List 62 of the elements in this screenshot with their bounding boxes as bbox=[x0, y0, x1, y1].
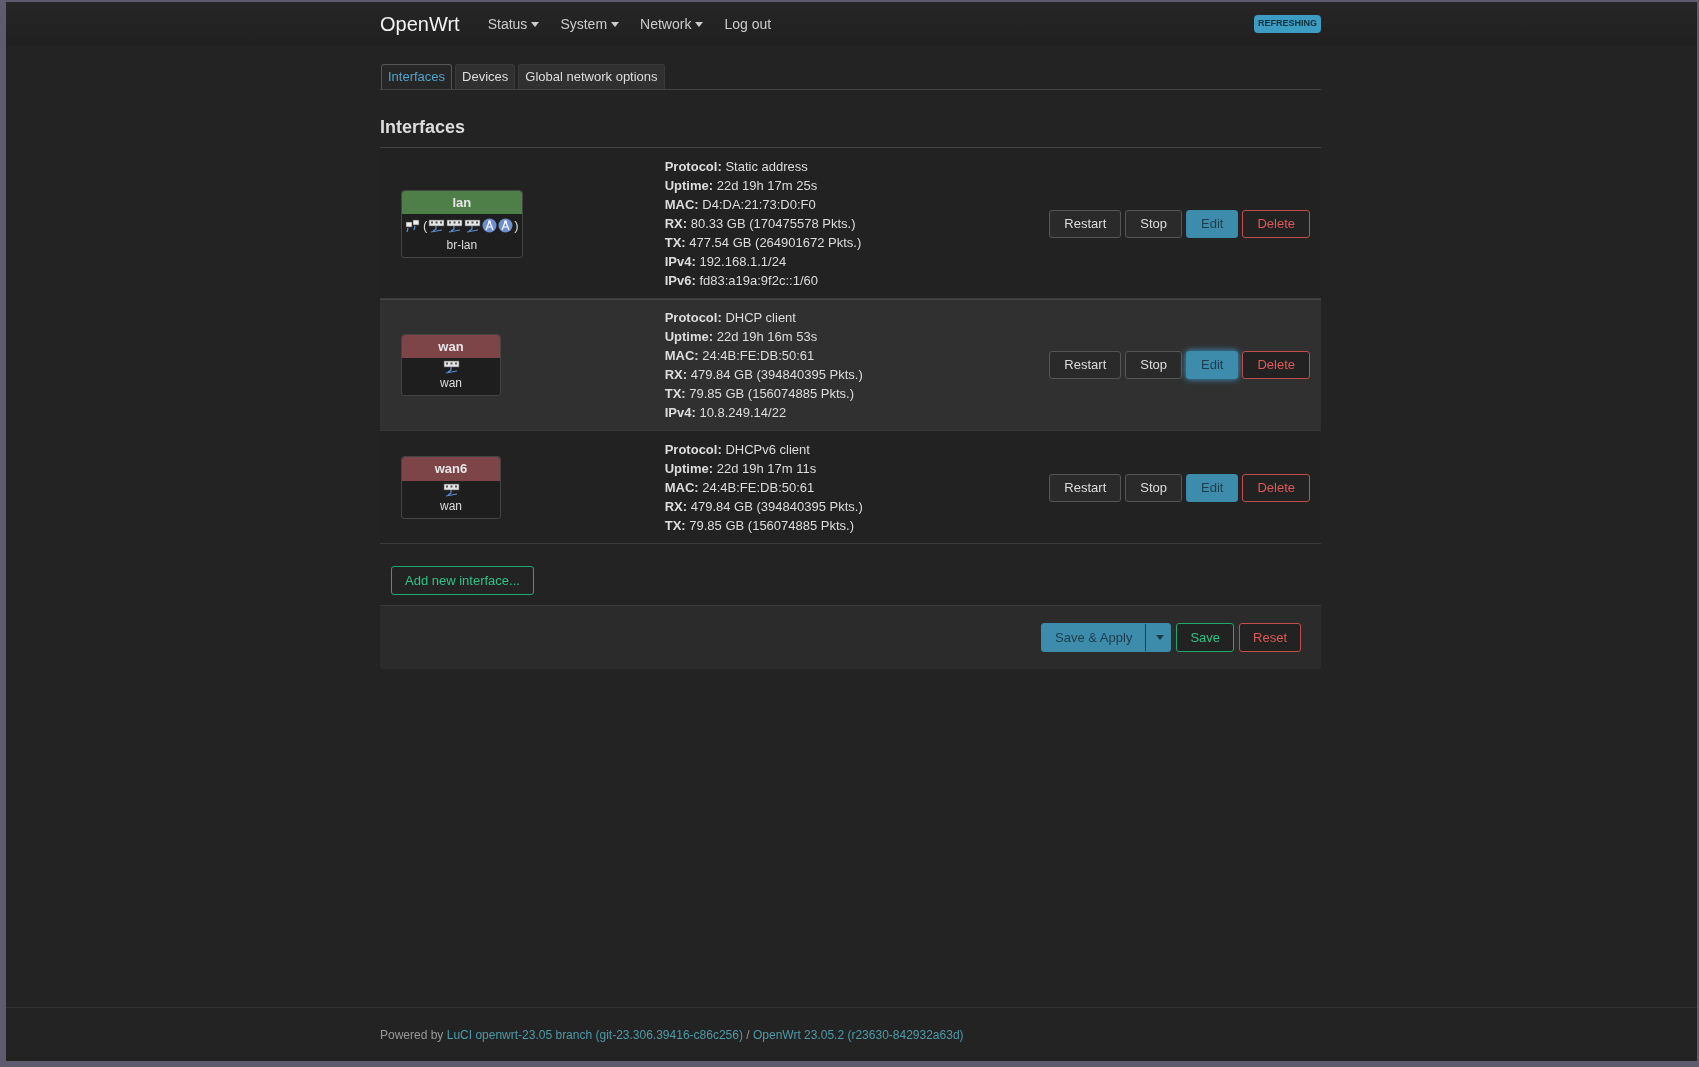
info-line: MAC: D4:DA:21:73:D0:F0 bbox=[664, 196, 817, 214]
bracket: ) bbox=[514, 217, 519, 235]
footer-link[interactable]: LuCI openwrt-23.05 branch (git-23.306.39416-c86c256) bbox=[446, 1027, 743, 1042]
info-line: Uptime: 22d 19h 17m 25s bbox=[664, 177, 819, 195]
nav-menu[interactable]: Network bbox=[640, 13, 704, 35]
nav-menu[interactable]: Status bbox=[487, 13, 540, 35]
interface-name: lan bbox=[402, 190, 522, 214]
tab[interactable]: Global network options bbox=[518, 64, 665, 89]
footer-text: Powered by LuCI openwrt-23.05 branch (git-23.306.39416-c86c256) / OpenWrt 23.05.2 (r23630-842932a63d) bbox=[380, 1026, 964, 1044]
row-button[interactable]: Stop bbox=[1125, 209, 1182, 238]
ethernet-port-icon bbox=[446, 218, 464, 233]
row-button[interactable]: Restart bbox=[1049, 473, 1122, 502]
footer-link[interactable]: OpenWrt 23.05.2 (r23630-842932a63d) bbox=[752, 1027, 964, 1042]
info-line: TX: 477.54 GB (264901672 Pkts.) bbox=[664, 234, 863, 252]
action-button[interactable]: Save bbox=[1176, 623, 1235, 652]
brand-logo[interactable]: OpenWrt bbox=[380, 9, 460, 39]
ethernet-port-icon bbox=[464, 218, 482, 233]
info-line: IPv4: 192.168.1.1/24 bbox=[664, 253, 788, 271]
row-button[interactable]: Stop bbox=[1125, 473, 1182, 502]
device-name: br-lan bbox=[446, 236, 478, 254]
interface-name: wan bbox=[402, 334, 500, 359]
info-line: TX: 79.85 GB (156074885 Pkts.) bbox=[664, 385, 856, 403]
info-line: Uptime: 22d 19h 17m 11s bbox=[664, 460, 818, 478]
caret-icon bbox=[1156, 635, 1165, 640]
ethernet-port-icon bbox=[442, 360, 460, 375]
info-line: TX: 79.85 GB (156074885 Pkts.) bbox=[664, 517, 856, 535]
row-button[interactable]: Stop bbox=[1125, 351, 1182, 379]
caret-icon bbox=[611, 21, 620, 27]
nav-menu[interactable]: System bbox=[560, 13, 620, 35]
info-line: MAC: 24:4B:FE:DB:50:61 bbox=[664, 479, 816, 497]
status-badge: REFRESHING bbox=[1254, 15, 1321, 33]
device-name: wan bbox=[440, 497, 462, 515]
tab[interactable]: Interfaces bbox=[381, 64, 453, 89]
info-line: IPv4: 10.8.249.14/22 bbox=[664, 404, 788, 422]
info-line: Protocol: DHCPv6 client bbox=[664, 441, 811, 459]
tab[interactable]: Devices bbox=[455, 64, 516, 89]
row-button[interactable]: Restart bbox=[1049, 351, 1122, 379]
caret-icon bbox=[695, 21, 704, 27]
device-name: wan bbox=[440, 375, 462, 393]
row-button[interactable]: Delete bbox=[1242, 351, 1310, 379]
row-button[interactable]: Delete bbox=[1242, 209, 1310, 238]
info-line: Protocol: DHCP client bbox=[664, 309, 797, 327]
row-button[interactable]: Delete bbox=[1242, 473, 1310, 502]
ethernet-port-icon bbox=[428, 218, 446, 233]
row-button[interactable]: Restart bbox=[1049, 209, 1122, 238]
nav-menu[interactable]: Log out bbox=[724, 13, 772, 35]
info-line: RX: 479.84 GB (394840395 Pkts.) bbox=[664, 498, 864, 516]
wireless-antenna-icon bbox=[482, 218, 498, 234]
bridge-icon bbox=[405, 218, 420, 233]
interface-name: wan6 bbox=[402, 457, 500, 481]
info-line: IPv6: fd83:a19a:9f2c::1/60 bbox=[664, 272, 819, 290]
info-line: RX: 80.33 GB (170475578 Pkts.) bbox=[664, 215, 857, 233]
bracket: ( bbox=[423, 217, 428, 235]
caret-icon bbox=[531, 21, 540, 27]
info-line: RX: 479.84 GB (394840395 Pkts.) bbox=[664, 366, 864, 384]
action-button[interactable]: Reset bbox=[1239, 623, 1301, 652]
wireless-antenna-icon bbox=[498, 218, 514, 234]
info-line: Protocol: Static address bbox=[664, 158, 809, 176]
add-interface-button[interactable]: Add new interface... bbox=[391, 566, 534, 595]
info-line: Uptime: 22d 19h 16m 53s bbox=[664, 328, 819, 346]
info-line: MAC: 24:4B:FE:DB:50:61 bbox=[664, 347, 816, 365]
ethernet-port-icon bbox=[442, 482, 460, 497]
